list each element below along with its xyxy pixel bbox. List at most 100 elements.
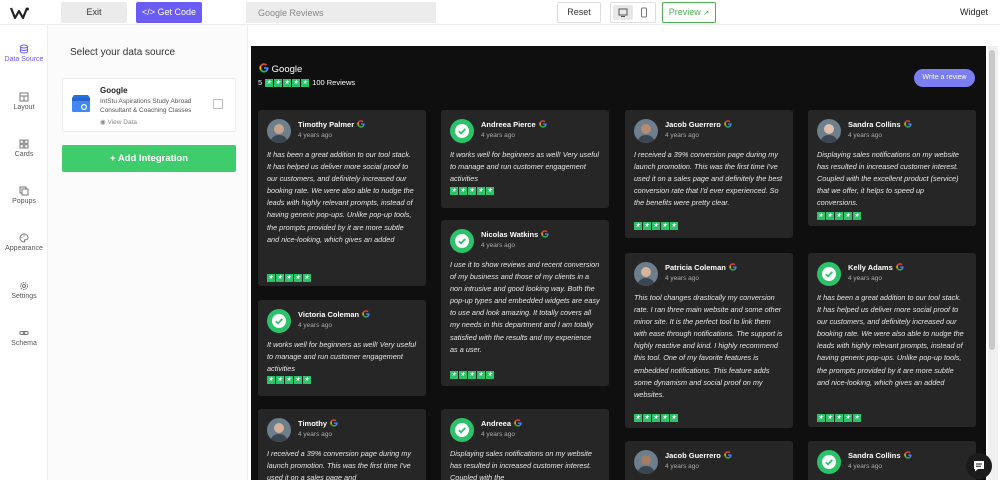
avatar [817, 119, 841, 143]
rating-stars [265, 78, 310, 87]
review-stars [267, 274, 311, 282]
view-data-link[interactable]: ◉ View Data [100, 118, 137, 126]
review-card: Jacob Guerrero 4 years ago I received a 39… [625, 110, 793, 238]
reviewer-name: Andreea [481, 419, 522, 428]
review-text: I use it to show reviews and recent conv… [450, 260, 600, 354]
reviewer-name: Sandra Collins [848, 451, 912, 460]
widget-preview: Google 5 100 Reviews Write a review Timo… [251, 46, 986, 480]
sidebar-item-label: Data Source [4, 56, 44, 63]
sidebar-item-settings[interactable]: Settings [0, 281, 48, 321]
review-time: 4 years ago [848, 132, 882, 139]
review-card: Kelly Adams 4 years ago It has been a grea… [808, 253, 976, 427]
google-icon [330, 419, 338, 427]
review-stars [634, 414, 678, 422]
review-time: 4 years ago [665, 132, 699, 139]
get-code-button[interactable]: </> Get Code [136, 2, 202, 23]
sidebar-item-appearance[interactable]: Appearance [0, 233, 48, 273]
review-time: 4 years ago [848, 275, 882, 282]
review-card: Timothy Palmer 4 years ago It has been a g… [258, 110, 426, 286]
preview-button[interactable]: Preview ↗ [662, 2, 716, 23]
review-stars [817, 414, 861, 422]
scrollbar-thumb[interactable] [989, 50, 995, 350]
add-integration-button[interactable]: + Add Integration [62, 145, 236, 172]
review-card: Jacob Guerrero 4 years ago [625, 441, 793, 480]
sidebar-item-schema[interactable]: Schema [0, 328, 48, 368]
reviewer-name-text: Nicolas Watkins [481, 230, 539, 239]
avatar [634, 262, 658, 286]
star-icon [835, 414, 843, 422]
view-data-label: View Data [107, 119, 137, 126]
widget-tab-label[interactable]: Widget [960, 7, 988, 17]
star-icon [661, 222, 669, 230]
review-stars [634, 222, 678, 230]
panel-title: Select your data source [70, 47, 176, 58]
source-checkbox[interactable] [213, 99, 223, 109]
sidebar-item-cards[interactable]: Cards [0, 139, 48, 179]
reviewer-name: Andreea Pierce [481, 120, 547, 129]
star-icon [450, 371, 458, 379]
sidebar-item-popups[interactable]: Popups [0, 186, 48, 226]
star-icon [835, 212, 843, 220]
source-description: IntStu Aspirations Study Abroad Consulta… [100, 98, 192, 114]
mobile-icon [641, 7, 647, 18]
reviewer-name: Jacob Guerrero [665, 451, 732, 460]
review-time: 4 years ago [665, 275, 699, 282]
source-name: Google [100, 86, 128, 95]
review-stars [450, 371, 494, 379]
verified-check-icon [817, 262, 841, 286]
reviewer-name-text: Andreea [481, 419, 512, 428]
widget-title-input[interactable] [246, 2, 436, 23]
mobile-view-button[interactable] [634, 5, 654, 20]
write-review-button[interactable]: Write a review [914, 69, 975, 87]
star-icon [303, 376, 311, 384]
reviewer-name-text: Patricia Coleman [665, 263, 726, 272]
sidebar-item-data-source[interactable]: Data Source [0, 44, 48, 84]
star-icon [817, 414, 825, 422]
google-icon [362, 310, 370, 318]
google-icon [729, 263, 737, 271]
sidebar-rail: Data Source Layout Cards Popups Appearan… [0, 25, 48, 480]
star-icon [634, 414, 642, 422]
reviewer-name-text: Timothy Palmer [298, 120, 355, 129]
star-icon [450, 187, 458, 195]
star-icon [267, 376, 275, 384]
review-text: This tool changes drastically my convers… [634, 293, 783, 399]
desktop-icon [618, 8, 628, 17]
review-card: Patricia Coleman 4 years ago This tool cha… [625, 253, 793, 428]
reviewer-name-text: Victoria Coleman [298, 310, 360, 319]
star-icon [826, 414, 834, 422]
star-icon [486, 371, 494, 379]
google-icon [903, 451, 912, 459]
chat-button[interactable] [966, 453, 992, 479]
review-text: I received a 39% conversion page during … [267, 449, 411, 480]
app-logo[interactable] [10, 6, 30, 20]
database-icon [20, 44, 28, 54]
review-time: 4 years ago [665, 463, 699, 470]
review-text: It has been a great addition to our tool… [817, 293, 964, 387]
avatar [634, 119, 658, 143]
reset-button[interactable]: Reset [557, 2, 601, 23]
star-icon [477, 371, 485, 379]
review-text: Displaying sales notifications on my web… [450, 449, 592, 480]
review-text: It works well for beginners as well! Ver… [450, 150, 599, 184]
review-text: It has been a great addition to our tool… [267, 150, 414, 244]
device-toggle [610, 2, 656, 23]
review-time: 4 years ago [298, 431, 332, 438]
layout-icon [19, 92, 29, 102]
google-source-card[interactable]: Google IntStu Aspirations Study Abroad C… [62, 78, 236, 132]
verified-check-icon [450, 229, 474, 253]
star-icon [294, 274, 302, 282]
review-time: 4 years ago [848, 463, 882, 470]
star-icon [670, 414, 678, 422]
review-card: Victoria Coleman 4 years ago It works well… [258, 300, 426, 396]
desktop-view-button[interactable] [613, 5, 633, 20]
exit-button[interactable]: Exit [61, 2, 127, 23]
star-icon [652, 222, 660, 230]
sidebar-item-layout[interactable]: Layout [0, 92, 48, 132]
google-icon [514, 419, 522, 427]
star-icon [477, 187, 485, 195]
star-icon [634, 222, 642, 230]
avatar [267, 418, 291, 442]
preview-scrollbar[interactable] [988, 46, 998, 480]
review-time: 4 years ago [481, 431, 515, 438]
